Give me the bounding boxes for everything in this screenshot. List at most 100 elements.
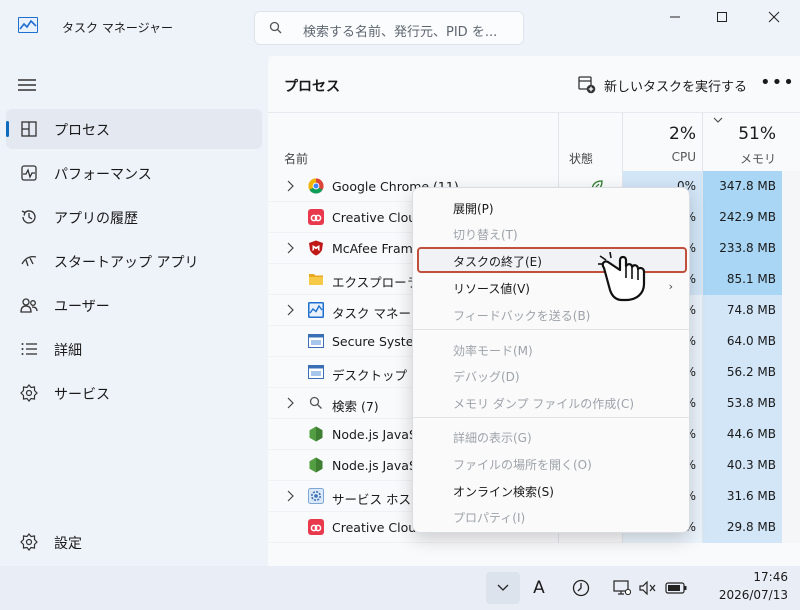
sidebar-item-processes[interactable]: プロセス: [6, 109, 262, 149]
active-indicator: [6, 121, 9, 137]
services-icon: [20, 384, 38, 402]
processes-icon: [21, 121, 37, 137]
sort-descending-icon: [713, 117, 723, 123]
folder-icon: [308, 271, 324, 287]
sidebar-item-label: パフォーマンス: [54, 167, 152, 183]
context-menu-separator: [413, 417, 689, 418]
chevron-right-icon[interactable]: [286, 304, 294, 316]
system-icon: [308, 364, 324, 380]
performance-icon: [21, 165, 37, 181]
context-menu-item[interactable]: オンライン検索(S): [417, 477, 687, 503]
more-options-button[interactable]: •••: [760, 72, 794, 96]
context-menu-item-label: デバッグ(D): [453, 370, 520, 384]
startup-icon: [21, 256, 37, 267]
sidebar-item-label: ユーザー: [54, 299, 110, 315]
close-icon: [768, 11, 780, 23]
users-icon: [20, 298, 38, 313]
scrollbar-track[interactable]: [782, 264, 800, 295]
context-menu-item-label: プロパティ(I): [453, 511, 526, 525]
search-input[interactable]: 検索する名前、発行元、PID を...: [254, 11, 524, 45]
sidebar-item-services[interactable]: サービス: [6, 373, 262, 413]
scrollbar-track[interactable]: [782, 233, 800, 264]
history-icon: [21, 210, 36, 224]
sidebar-item-performance[interactable]: パフォーマンス: [6, 153, 262, 193]
context-menu-item-label: オンライン検索(S): [453, 485, 554, 499]
minimize-button[interactable]: [652, 4, 698, 30]
system-tray-status[interactable]: [612, 572, 688, 604]
task-manager-icon: [308, 302, 324, 318]
focus-clock-button[interactable]: [570, 572, 592, 604]
scrollbar-track[interactable]: [782, 481, 800, 512]
context-menu-item-label: メモリ ダンプ ファイルの作成(C): [453, 397, 635, 411]
sidebar-item-app-history[interactable]: アプリの履歴: [6, 197, 262, 237]
submenu-arrow-icon: ›: [668, 280, 673, 293]
context-menu-item-label: 詳細の表示(G): [453, 431, 532, 445]
task-manager-app-icon: [18, 17, 38, 33]
sidebar-item-settings[interactable]: 設定: [6, 522, 262, 562]
sidebar-item-label: サービス: [54, 387, 110, 403]
show-hidden-icons-button[interactable]: [486, 572, 520, 604]
scrollbar-track[interactable]: [782, 357, 800, 388]
chevron-right-icon[interactable]: [286, 242, 294, 254]
scrollbar-track[interactable]: [782, 388, 800, 419]
maximize-button[interactable]: [699, 4, 745, 30]
taskbar-clock[interactable]: 17:46 2026/07/13: [708, 568, 788, 604]
context-menu-item[interactable]: 展開(P): [417, 194, 687, 220]
chevron-right-icon[interactable]: [286, 180, 294, 192]
scrollbar-track[interactable]: [782, 295, 800, 326]
process-memory: 31.6 MB: [702, 481, 782, 512]
scrollbar-track[interactable]: [782, 450, 800, 481]
close-button[interactable]: [751, 4, 797, 30]
cpu-total-percent: 2%: [669, 124, 696, 144]
context-menu-item: 詳細の表示(G): [417, 423, 687, 449]
chevron-right-icon[interactable]: [286, 490, 294, 502]
scrollbar-track[interactable]: [782, 326, 800, 357]
context-menu-item: メモリ ダンプ ファイルの作成(C): [417, 389, 687, 415]
run-task-label: 新しいタスクを実行する: [604, 79, 748, 95]
hamburger-menu-button[interactable]: [18, 78, 36, 96]
chevron-right-icon[interactable]: [286, 397, 294, 409]
clock-date: 2026/07/13: [718, 588, 788, 602]
process-memory: 74.8 MB: [702, 295, 782, 326]
search-icon: [308, 395, 324, 411]
scrollbar-track[interactable]: [782, 202, 800, 233]
scrollbar-track[interactable]: [782, 512, 800, 543]
gear-icon: [20, 533, 38, 551]
context-menu-item-label: 効率モード(M): [453, 344, 533, 358]
sidebar-item-label: プロセス: [54, 123, 110, 139]
scrollbar-track[interactable]: [782, 419, 800, 450]
sidebar-item-details[interactable]: 詳細: [6, 329, 262, 369]
minimize-icon: [670, 16, 680, 18]
column-header-memory[interactable]: 51% メモリ: [702, 113, 782, 171]
process-memory: 347.8 MB: [702, 171, 782, 202]
context-menu-item-label: ファイルの場所を開く(O): [453, 458, 592, 472]
ime-indicator[interactable]: A: [528, 572, 550, 604]
context-menu-item: フィードバックを送る(B): [417, 301, 687, 327]
column-header-status[interactable]: 状態: [558, 113, 622, 171]
sidebar: プロセス パフォーマンス アプリの履歴 スタートアップ アプリ ユーザー 詳細 …: [0, 56, 268, 566]
chevron-down-icon: [497, 584, 509, 591]
clock-time: 17:46: [753, 570, 788, 584]
taskbar: A 17:46 2026/07/13: [0, 566, 800, 610]
sidebar-item-startup-apps[interactable]: スタートアップ アプリ: [6, 241, 262, 281]
clock-icon: [572, 579, 590, 597]
context-menu-item: デバッグ(D): [417, 362, 687, 388]
process-memory: 53.8 MB: [702, 388, 782, 419]
run-new-task-button[interactable]: 新しいタスクを実行する: [578, 70, 747, 100]
title-bar: タスク マネージャー 検索する名前、発行元、PID を...: [0, 0, 800, 56]
sidebar-item-label: 詳細: [54, 343, 82, 359]
sidebar-item-users[interactable]: ユーザー: [6, 285, 262, 325]
creative-cloud-icon: [308, 209, 324, 225]
network-icon: [613, 580, 631, 596]
nodejs-icon: [308, 426, 324, 442]
context-menu-item-label: タスクの終了(E): [453, 255, 542, 269]
process-memory: 29.8 MB: [702, 512, 782, 543]
app-title: タスク マネージャー: [62, 21, 173, 35]
context-menu-item-label: フィードバックを送る(B): [453, 309, 591, 323]
process-memory: 85.1 MB: [702, 264, 782, 295]
sidebar-item-label: スタートアップ アプリ: [54, 255, 199, 271]
scrollbar-track[interactable]: [782, 171, 800, 202]
details-icon: [21, 343, 37, 355]
speaker-muted-icon: [639, 581, 656, 595]
column-header-cpu[interactable]: 2% CPU: [622, 113, 702, 171]
